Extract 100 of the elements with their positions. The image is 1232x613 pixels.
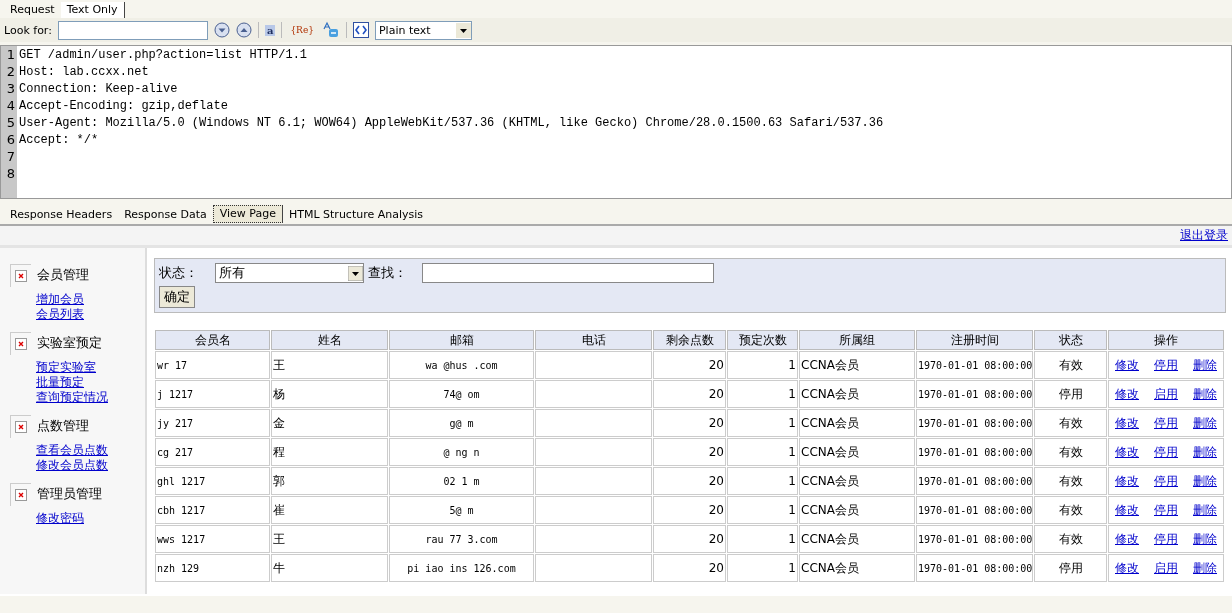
table-cell: CCNA会员 [799,496,915,524]
request-editor[interactable] [0,45,1232,199]
row-action-link[interactable]: 停用 [1154,473,1178,489]
table-cell: cbh 1217 [155,496,270,524]
table-cell: CCNA会员 [799,554,915,582]
row-action-link[interactable]: 修改 [1115,444,1139,460]
code-line: Host: lab.ccxx.net [18,64,149,79]
row-action-link[interactable]: 修改 [1115,415,1139,431]
table-cell: CCNA会员 [799,409,915,437]
column-header: 剩余点数 [653,330,726,350]
table-cell: 20 [653,525,726,553]
table-cell: j 1217 [155,380,270,408]
caret-icon [455,22,471,38]
table-cell: 牛 [271,554,388,582]
table-cell: 20 [653,496,726,524]
table-cell: wws 1217 [155,525,270,553]
column-header: 邮箱 [389,330,534,350]
column-header: 状态 [1034,330,1107,350]
caret-icon [348,265,363,281]
table-cell: 02 1 m [389,467,534,495]
column-header: 注册时间 [916,330,1033,350]
row-action-link[interactable]: 修改 [1115,560,1139,576]
sidebar-link[interactable]: 修改密码 [36,511,145,526]
table-cell: 崔 [271,496,388,524]
code-line: User-Agent: Mozilla/5.0 (Windows NT 6.1; WOW64) AppleWebKit/537.36 (KHTML, like Gecko) Chrome/28.0.1500.63 Safari/537.36 [18,115,884,130]
response-tab[interactable]: HTML Structure Analysis [282,207,430,223]
response-tab[interactable]: Response Headers [4,207,119,223]
table-cell: CCNA会员 [799,438,915,466]
search-field[interactable] [422,263,714,283]
row-action-link[interactable]: 停用 [1154,531,1178,547]
row-action-link[interactable]: 删除 [1193,444,1217,460]
line-number: 7 [1,148,17,165]
confirm-button[interactable]: 确定 [159,286,195,308]
table-cell: 有效 [1034,438,1107,466]
table-cell: 有效 [1034,496,1107,524]
table-cell: 王 [271,525,388,553]
column-header: 会员名 [155,330,270,350]
row-action-link[interactable]: 修改 [1115,531,1139,547]
sidebar-section-title: 管理员管理 [37,485,102,503]
column-header: 电话 [535,330,652,350]
request-tab[interactable]: Text Only [60,2,125,18]
table-cell: 停用 [1034,554,1107,582]
row-action-link[interactable]: 删除 [1193,386,1217,402]
row-action-link[interactable]: 停用 [1154,357,1178,373]
response-tab[interactable]: Response Data [118,207,213,223]
row-action-link[interactable]: 修改 [1115,386,1139,402]
table-cell: 1 [727,351,798,379]
sidebar-section-title: 点数管理 [37,417,89,435]
look-for-field[interactable] [57,20,208,40]
broken-image-icon [10,263,31,287]
table-cell: g@ m [389,409,534,437]
row-action-link[interactable]: 修改 [1115,502,1139,518]
column-header: 所属组 [799,330,915,350]
table-cell: 有效 [1034,467,1107,495]
row-action-link[interactable]: 修改 [1115,473,1139,489]
table-cell: 1 [727,525,798,553]
table-cell: 1 [727,409,798,437]
sidebar-link[interactable]: 会员列表 [36,307,145,322]
row-action-link[interactable]: 删除 [1193,502,1217,518]
find-previous-icon[interactable] [235,22,252,38]
table-cell: 1 [727,380,798,408]
row-action-link[interactable]: 启用 [1154,560,1178,576]
row-action-link[interactable]: 启用 [1154,386,1178,402]
status-select[interactable]: 所有 [215,263,364,283]
mode-select[interactable]: Plain text [374,20,472,40]
sidebar-link[interactable]: 批量预定 [36,375,145,390]
table-cell: CCNA会员 [799,380,915,408]
row-action-link[interactable]: 修改 [1115,357,1139,373]
row-action-link[interactable]: 停用 [1154,502,1178,518]
regex-button[interactable]: {Re} [288,25,316,35]
row-action-link[interactable]: 停用 [1154,444,1178,460]
row-action-link[interactable]: 删除 [1193,357,1217,373]
logout-link[interactable]: 退出登录 [1180,228,1228,243]
table-cell: 王 [271,351,388,379]
broken-image-icon [10,414,31,438]
sidebar-link[interactable]: 增加会员 [36,292,145,307]
sidebar-link[interactable]: 预定实验室 [36,360,145,375]
response-tab[interactable]: View Page [212,205,283,223]
code-brackets-icon[interactable] [352,22,369,38]
table-cell: 20 [653,409,726,437]
request-tab[interactable]: Request [4,2,61,18]
line-number: 5 [1,114,17,131]
line-number: 6 [1,131,17,148]
sidebar-link[interactable]: 查询预定情况 [36,390,145,405]
match-case-button[interactable]: a [264,24,276,36]
row-action-link[interactable]: 删除 [1193,531,1217,547]
line-number: 4 [1,97,17,114]
sidebar-link[interactable]: 修改会员点数 [36,458,145,473]
table-cell: CCNA会员 [799,525,915,553]
column-header: 姓名 [271,330,388,350]
row-action-link[interactable]: 删除 [1193,560,1217,576]
row-action-link[interactable]: 删除 [1193,473,1217,489]
row-action-link[interactable]: 停用 [1154,415,1178,431]
line-number: 3 [1,80,17,97]
table-cell: 1 [727,467,798,495]
row-action-link[interactable]: 删除 [1193,415,1217,431]
find-next-icon[interactable] [213,22,230,38]
table-cell: @ ng n [389,438,534,466]
translate-icon[interactable] [321,21,340,39]
sidebar-link[interactable]: 查看会员点数 [36,443,145,458]
